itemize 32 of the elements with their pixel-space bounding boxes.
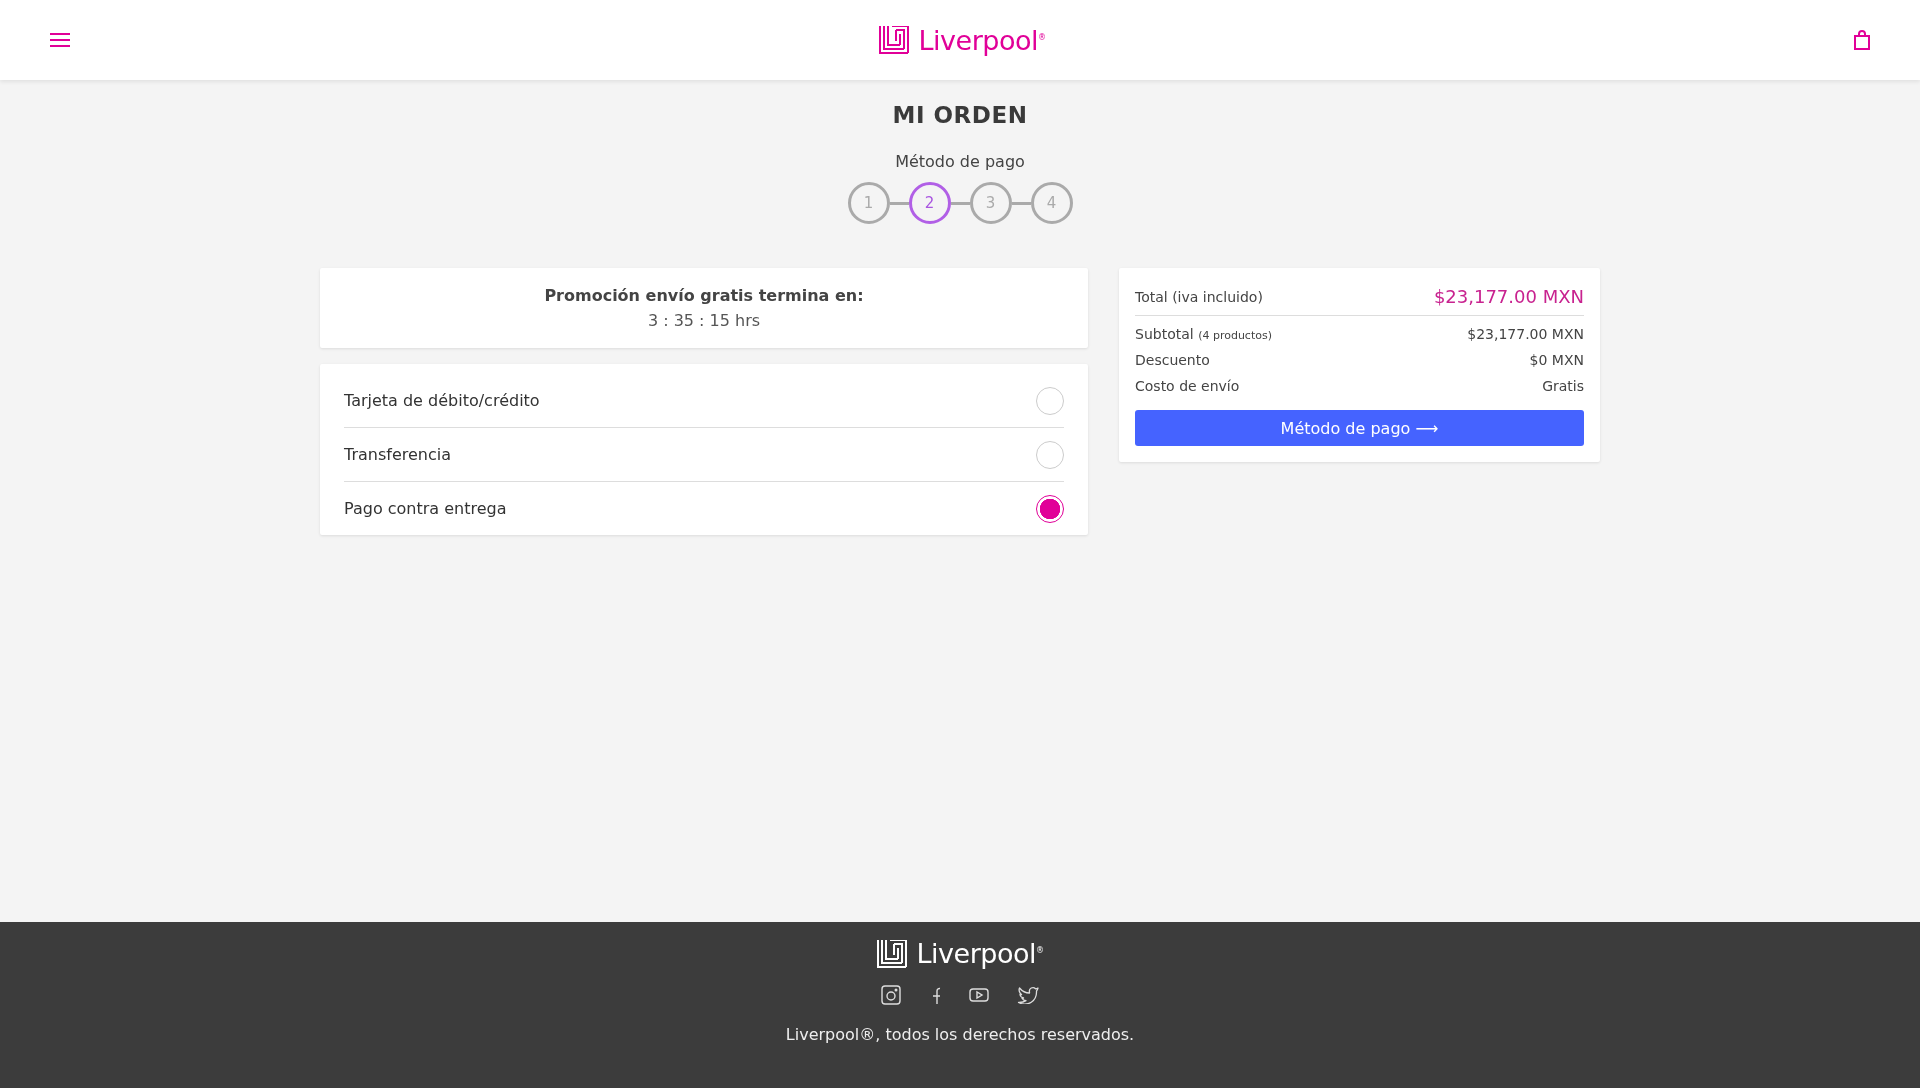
step-circle: 2 (908, 182, 951, 224)
promo-title: Promoción envío gratis termina en: (544, 286, 864, 305)
logo-text[interactable]: Liverpool$^{®}$ (918, 24, 1046, 56)
continue-button[interactable]: Método de pago ⟶ (1135, 410, 1584, 446)
countdown-text: 3 : 35 : 15 hrs (647, 311, 761, 330)
logo-icon (876, 939, 907, 968)
payment-method-label: Tarjeta de débito/crédito (344, 391, 540, 410)
bird-icon[interactable] (1017, 986, 1039, 1004)
menu-icon[interactable] (50, 33, 70, 47)
shopping-bag-icon[interactable] (1854, 30, 1870, 50)
summary-label: Costo de envío (1135, 378, 1240, 394)
logo-icon (878, 26, 909, 54)
step-circle: 4 (1030, 182, 1073, 224)
summary-label: Descuento (1135, 352, 1210, 368)
logo-text[interactable]: Liverpool$^{®}$ (916, 938, 1044, 969)
summary-note: (4 productos) (1198, 329, 1272, 342)
step-label: Método de pago (895, 152, 1025, 171)
total-value: $23,177.00 MXN (1433, 286, 1584, 307)
radio-button[interactable] (1036, 494, 1064, 523)
summary-value: $0 MXN (1529, 352, 1584, 368)
step-circle: 3 (969, 182, 1012, 224)
page-title: MI ORDEN (892, 102, 1028, 128)
payment-method-label: Transferencia (344, 445, 451, 464)
summary-value: Gratis (1542, 378, 1584, 394)
instagram-icon[interactable] (881, 985, 901, 1005)
summary-label: Subtotal (1135, 326, 1194, 342)
payment-method-label: Pago contra entrega (344, 499, 507, 518)
total-label: Total (iva incluido) (1135, 288, 1263, 305)
copyright-text: Liverpool®, todos los derechos reservados. (785, 1025, 1135, 1044)
summary-value: $23,177.00 MXN (1467, 326, 1584, 342)
step-circle: 1 (847, 182, 890, 224)
video-play-icon[interactable] (969, 988, 989, 1002)
